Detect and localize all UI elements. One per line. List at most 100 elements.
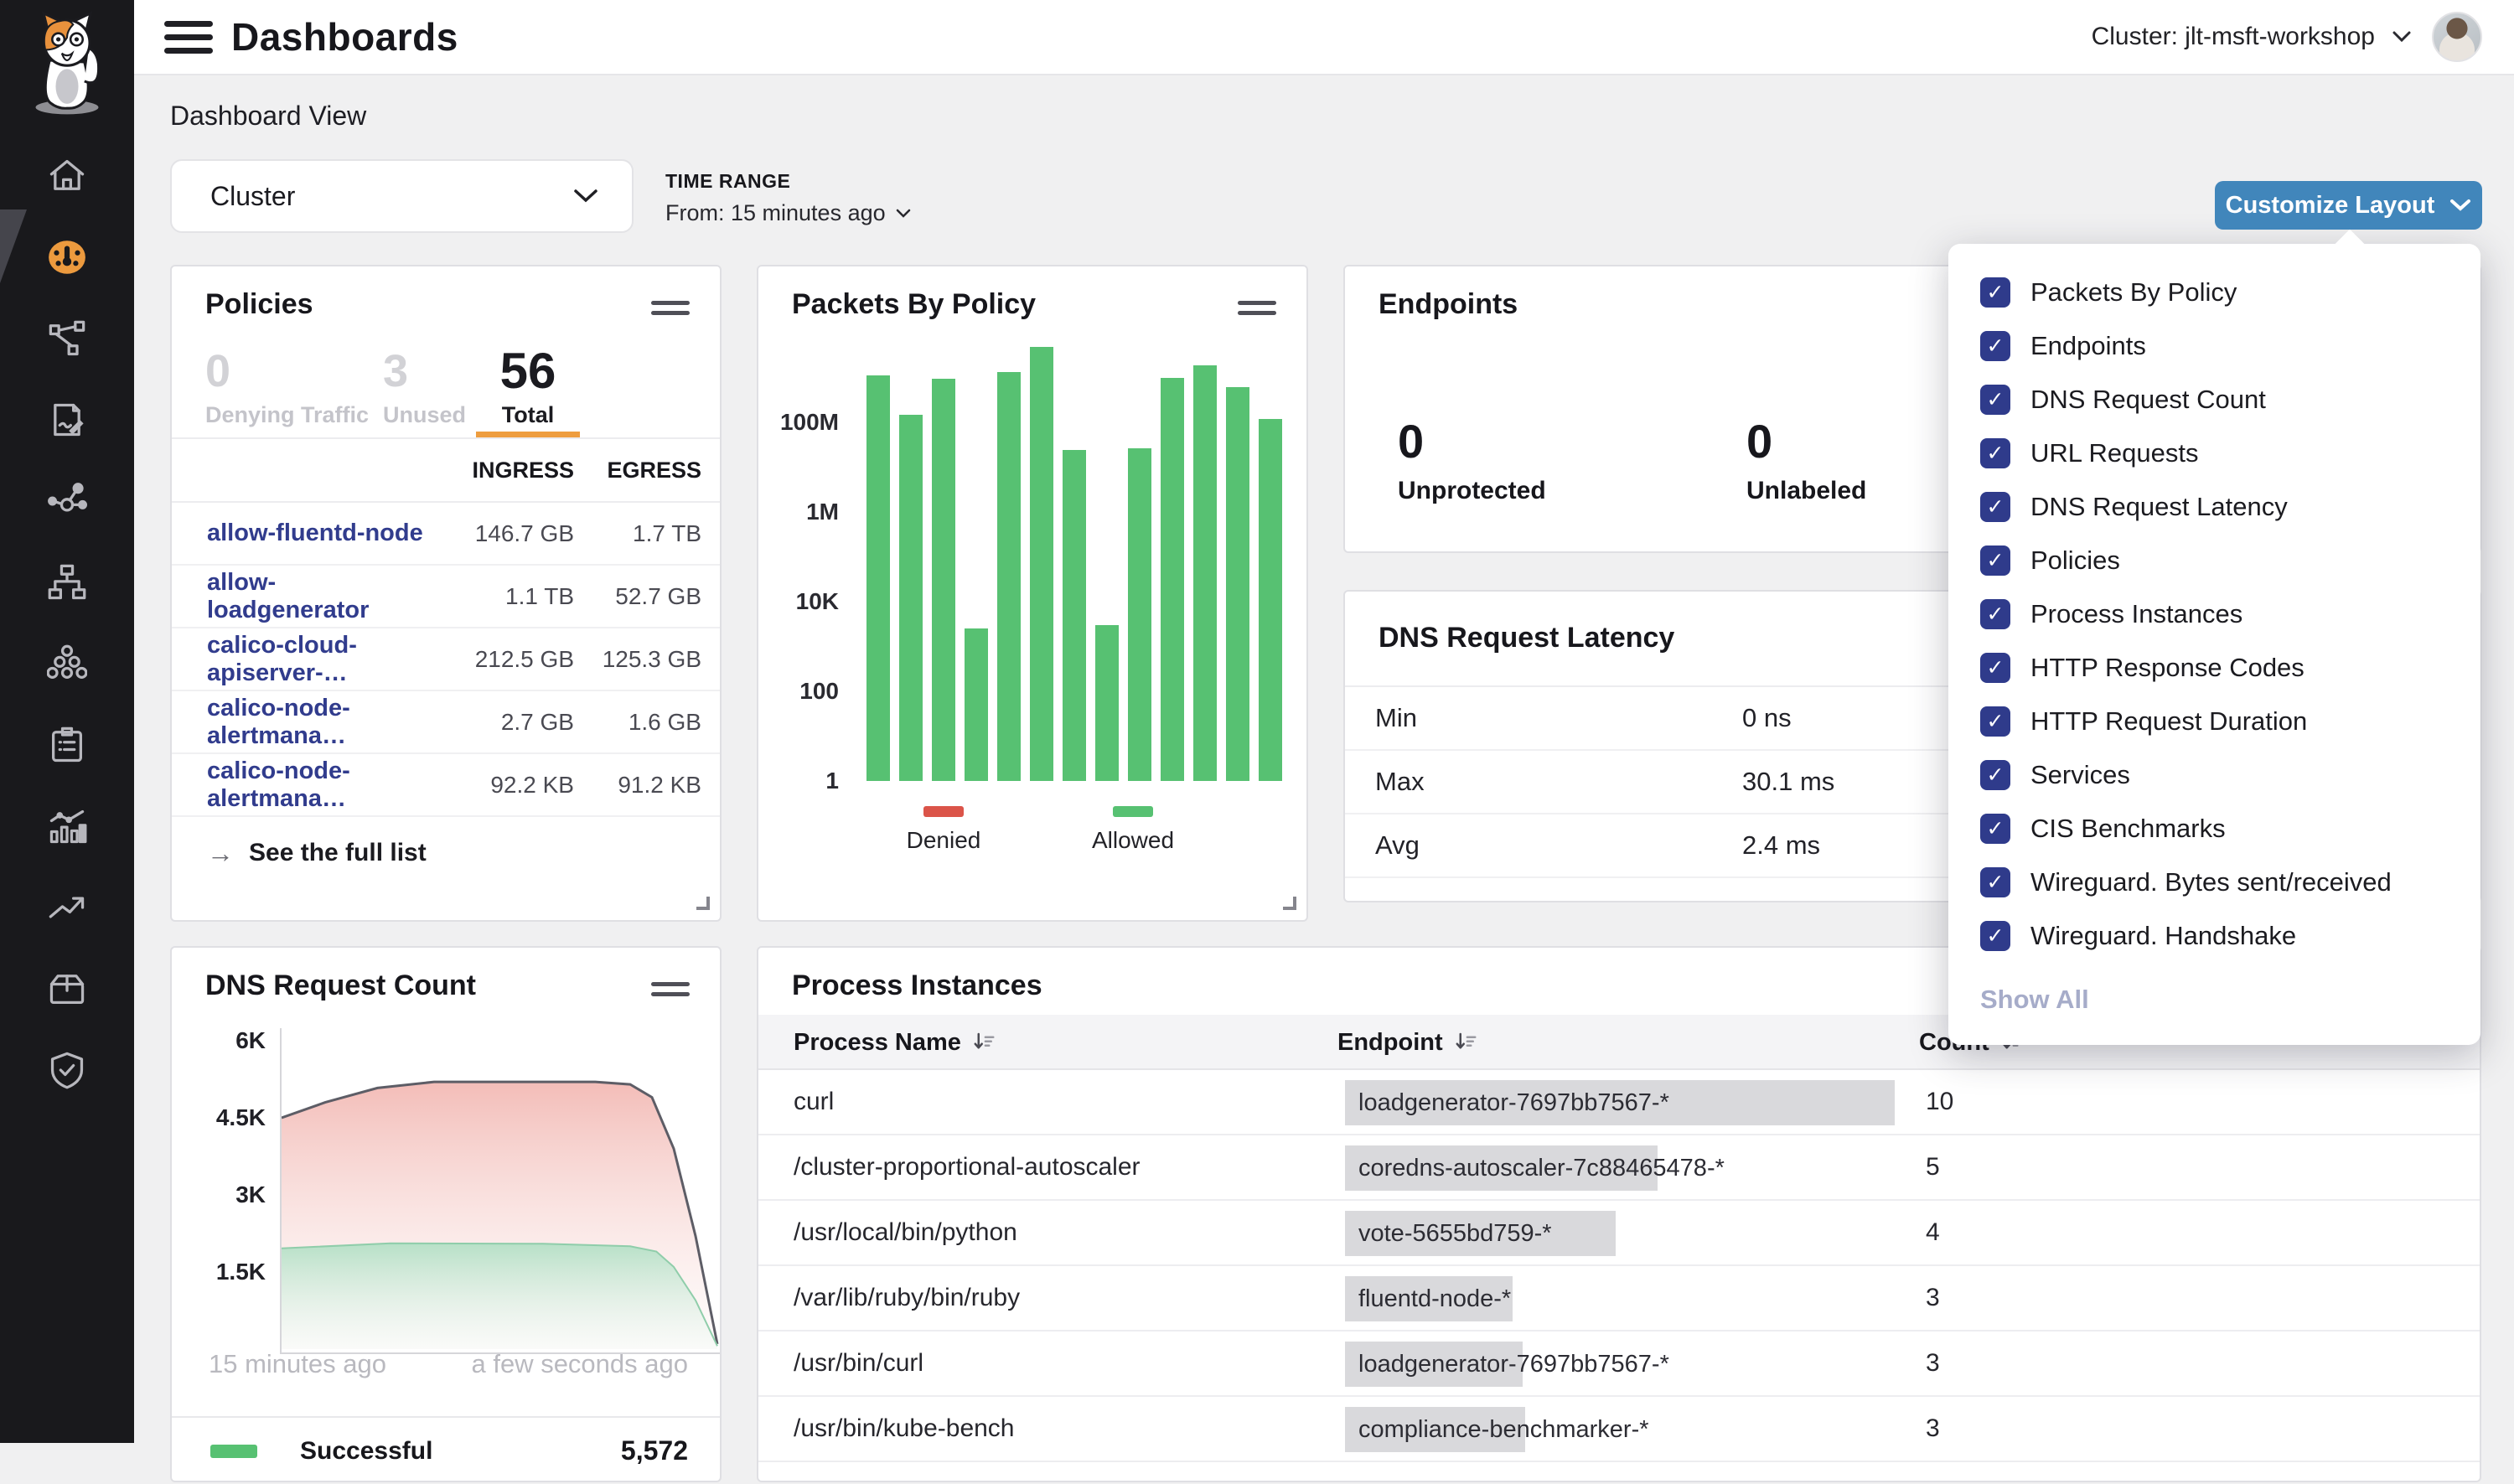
chevron-down-icon (896, 209, 911, 219)
successful-swatch (210, 1445, 257, 1458)
endpoint-chip: compliance-benchmarker-* (1345, 1407, 1525, 1452)
endpoint-chip: loadgenerator-7697bb7567-* (1345, 1342, 1523, 1387)
dropdown-item-wireguard-handshake[interactable]: ✓Wireguard. Handshake (1948, 909, 2480, 963)
dns-count-card-title: DNS Request Count (205, 970, 690, 1002)
customize-layout-dropdown: ✓Packets By Policy ✓Endpoints ✓DNS Reque… (1948, 244, 2480, 1045)
checkbox-checked-icon[interactable]: ✓ (1980, 921, 2010, 951)
customize-layout-button[interactable]: Customize Layout (2215, 181, 2482, 230)
dashboard-view-selector[interactable]: Cluster (170, 159, 634, 233)
dropdown-item-cis-benchmarks[interactable]: ✓CIS Benchmarks (1948, 802, 2480, 856)
checkbox-checked-icon[interactable]: ✓ (1980, 706, 2010, 737)
dropdown-item-wireguard-bytes[interactable]: ✓Wireguard. Bytes sent/received (1948, 856, 2480, 909)
tab-denying-traffic[interactable]: 0 Denying Traffic (205, 347, 369, 428)
drag-handle-icon[interactable] (651, 295, 690, 321)
sidebar-item-reports[interactable] (40, 804, 94, 848)
dropdown-item-endpoints[interactable]: ✓Endpoints (1948, 319, 2480, 373)
sidebar (0, 0, 134, 1443)
chevron-down-icon (573, 189, 598, 204)
sidebar-item-images[interactable] (40, 967, 94, 1011)
policy-row: calico-node-alertmana… 2.7 GB 1.6 GB (172, 691, 720, 754)
policy-link[interactable]: calico-node-alertmana… (207, 758, 432, 813)
sidebar-item-policies[interactable] (40, 398, 94, 442)
tree-hierarchy-icon (47, 562, 87, 602)
legend-allowed: Allowed (1086, 806, 1180, 854)
checkbox-checked-icon[interactable]: ✓ (1980, 599, 2010, 629)
drag-handle-icon[interactable] (651, 976, 690, 1002)
checkbox-checked-icon[interactable]: ✓ (1980, 546, 2010, 576)
policies-stat-tabs: 0 Denying Traffic 3 Unused 56 Total (172, 335, 720, 439)
dropdown-item-url-requests[interactable]: ✓URL Requests (1948, 427, 2480, 480)
molecule-icon (47, 481, 87, 521)
show-all-button[interactable]: Show All (1980, 985, 2089, 1015)
packets-by-policy-card: Packets By Policy 110010K1M100M Denied A… (757, 265, 1308, 922)
time-range-selector[interactable]: From: 15 minutes ago (665, 200, 911, 226)
policy-row: allow-loadgenerator 1.1 TB 52.7 GB (172, 566, 720, 628)
sort-endpoint[interactable]: Endpoint (1337, 1015, 1478, 1070)
chevron-down-icon (2449, 199, 2471, 212)
sort-icon (1453, 1030, 1478, 1055)
process-row: /var/lib/ruby/bin/ruby fluentd-node-* 3 (758, 1266, 2480, 1331)
user-avatar[interactable] (2432, 12, 2482, 62)
gauge-dashboard-icon (46, 236, 88, 278)
drag-handle-icon[interactable] (1238, 295, 1276, 321)
dropdown-item-dns-request-latency[interactable]: ✓DNS Request Latency (1948, 480, 2480, 534)
network-nodes-icon (47, 318, 87, 359)
cluster-switcher[interactable]: Cluster: jlt-msft-workshop (2092, 23, 2412, 51)
policy-link[interactable]: allow-loadgenerator (207, 569, 432, 624)
checkbox-checked-icon[interactable]: ✓ (1980, 331, 2010, 361)
sidebar-item-home[interactable] (40, 154, 94, 198)
dropdown-item-process-instances[interactable]: ✓Process Instances (1948, 587, 2480, 641)
chevron-down-icon (2392, 30, 2412, 44)
menu-toggle-button[interactable] (164, 13, 213, 61)
denied-swatch (923, 806, 964, 817)
sidebar-item-security[interactable] (40, 1048, 94, 1092)
dropdown-item-dns-request-count[interactable]: ✓DNS Request Count (1948, 373, 2480, 427)
dropdown-item-http-request-duration[interactable]: ✓HTTP Request Duration (1948, 695, 2480, 748)
sidebar-item-trends[interactable] (40, 886, 94, 929)
checkbox-checked-icon[interactable]: ✓ (1980, 277, 2010, 308)
checkbox-checked-icon[interactable]: ✓ (1980, 492, 2010, 522)
checkbox-checked-icon[interactable]: ✓ (1980, 867, 2010, 897)
sort-process-name[interactable]: Process Name (794, 1015, 996, 1070)
dropdown-item-packets-by-policy[interactable]: ✓Packets By Policy (1948, 266, 2480, 319)
dropdown-item-policies[interactable]: ✓Policies (1948, 534, 2480, 587)
sidebar-item-service-graph[interactable] (40, 479, 94, 523)
policies-card: Policies 0 Denying Traffic 3 Unused 56 T… (170, 265, 722, 922)
process-row: /usr/bin/kube-bench compliance-benchmark… (758, 1397, 2480, 1462)
checkbox-checked-icon[interactable]: ✓ (1980, 385, 2010, 415)
packets-y-axis: 110010K1M100M (758, 337, 839, 781)
checkbox-checked-icon[interactable]: ✓ (1980, 814, 2010, 844)
policy-link[interactable]: calico-node-alertmana… (207, 695, 432, 750)
arrow-right-icon: → (207, 838, 234, 869)
trend-arrow-icon (47, 887, 87, 928)
sidebar-item-endpoints[interactable] (40, 642, 94, 685)
sort-icon (971, 1030, 996, 1055)
see-full-list-link[interactable]: See the full list (249, 839, 427, 867)
active-tab-underline (476, 432, 580, 437)
sidebar-item-hierarchy[interactable] (40, 561, 94, 604)
sidebar-item-network[interactable] (40, 317, 94, 360)
dropdown-item-services[interactable]: ✓Services (1948, 748, 2480, 802)
document-edit-icon (47, 400, 87, 440)
policy-row: calico-node-alertmana… 92.2 KB 91.2 KB (172, 754, 720, 817)
calico-cat-logo (23, 8, 111, 116)
topbar: Dashboards Cluster: jlt-msft-workshop (134, 0, 2514, 75)
resize-handle[interactable] (1283, 897, 1296, 910)
resize-handle[interactable] (696, 897, 710, 910)
tab-total[interactable]: 56 Total (476, 347, 580, 428)
sidebar-item-compliance[interactable] (40, 723, 94, 767)
policy-link[interactable]: calico-cloud-apiserver-… (207, 632, 432, 687)
checkbox-checked-icon[interactable]: ✓ (1980, 760, 2010, 790)
sidebar-item-dashboards[interactable] (40, 235, 94, 279)
tab-unused[interactable]: 3 Unused (383, 347, 466, 428)
allowed-swatch (1113, 806, 1153, 817)
time-range-value: From: 15 minutes ago (665, 200, 886, 226)
box-icon (47, 969, 87, 1009)
dropdown-item-http-response-codes[interactable]: ✓HTTP Response Codes (1948, 641, 2480, 695)
checkbox-checked-icon[interactable]: ✓ (1980, 438, 2010, 468)
process-row: /cluster-proportional-autoscaler coredns… (758, 1135, 2480, 1201)
endpoint-chip: vote-5655bd759-* (1345, 1211, 1616, 1256)
x-label-end: a few seconds ago (471, 1349, 688, 1379)
checkbox-checked-icon[interactable]: ✓ (1980, 653, 2010, 683)
policy-link[interactable]: allow-fluentd-node (207, 520, 432, 547)
